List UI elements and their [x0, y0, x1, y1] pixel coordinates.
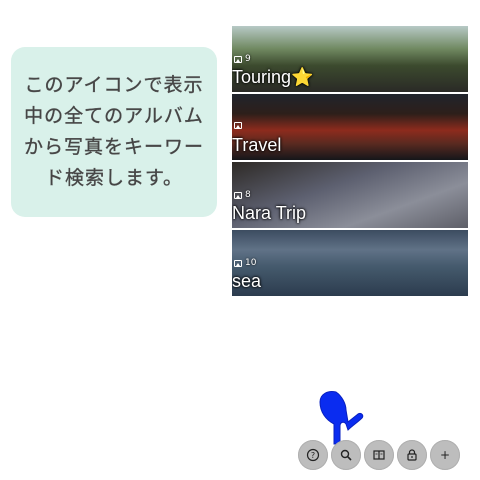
album-title: Travel — [232, 135, 282, 155]
photo-icon — [234, 259, 242, 267]
hint-text: このアイコンで表示中の全てのアルバムから写真をキーワード検索します。 — [23, 74, 204, 189]
photo-icon — [234, 122, 242, 129]
album-title: Nara Trip — [232, 203, 307, 223]
album-cover-image — [232, 230, 468, 296]
hint-tooltip: このアイコンで表示中の全てのアルバムから写真をキーワード検索します。 — [11, 47, 217, 217]
pointing-hand-icon — [319, 391, 364, 445]
lock-button[interactable] — [397, 440, 427, 470]
lock-icon — [407, 449, 417, 461]
photo-count: 10 — [234, 258, 256, 268]
search-button[interactable] — [331, 440, 361, 470]
album-title: sea — [232, 271, 262, 291]
album-item-travel[interactable]: Travel — [232, 94, 468, 160]
photo-count — [234, 122, 245, 129]
photo-icon — [234, 55, 242, 63]
album-view-button[interactable] — [364, 440, 394, 470]
book-icon — [373, 450, 385, 460]
photo-count: 8 — [234, 190, 251, 200]
album-item-nara-trip[interactable]: 8 Nara Trip — [232, 162, 468, 228]
search-icon — [340, 449, 352, 461]
add-button[interactable]: + — [430, 440, 460, 470]
album-title: Touring⭐️ — [232, 67, 314, 87]
plus-icon: + — [439, 448, 451, 462]
bottom-toolbar: ? + — [298, 440, 460, 470]
album-list: 9 Touring⭐️ Travel 8 Nara Trip 10 sea — [232, 26, 468, 296]
photo-count: 9 — [234, 54, 251, 64]
album-item-touring[interactable]: 9 Touring⭐️ — [232, 26, 468, 92]
photo-icon — [234, 191, 242, 199]
help-icon: ? — [306, 448, 320, 462]
album-item-sea[interactable]: 10 sea — [232, 230, 468, 296]
svg-text:?: ? — [311, 451, 315, 460]
help-button[interactable]: ? — [298, 440, 328, 470]
